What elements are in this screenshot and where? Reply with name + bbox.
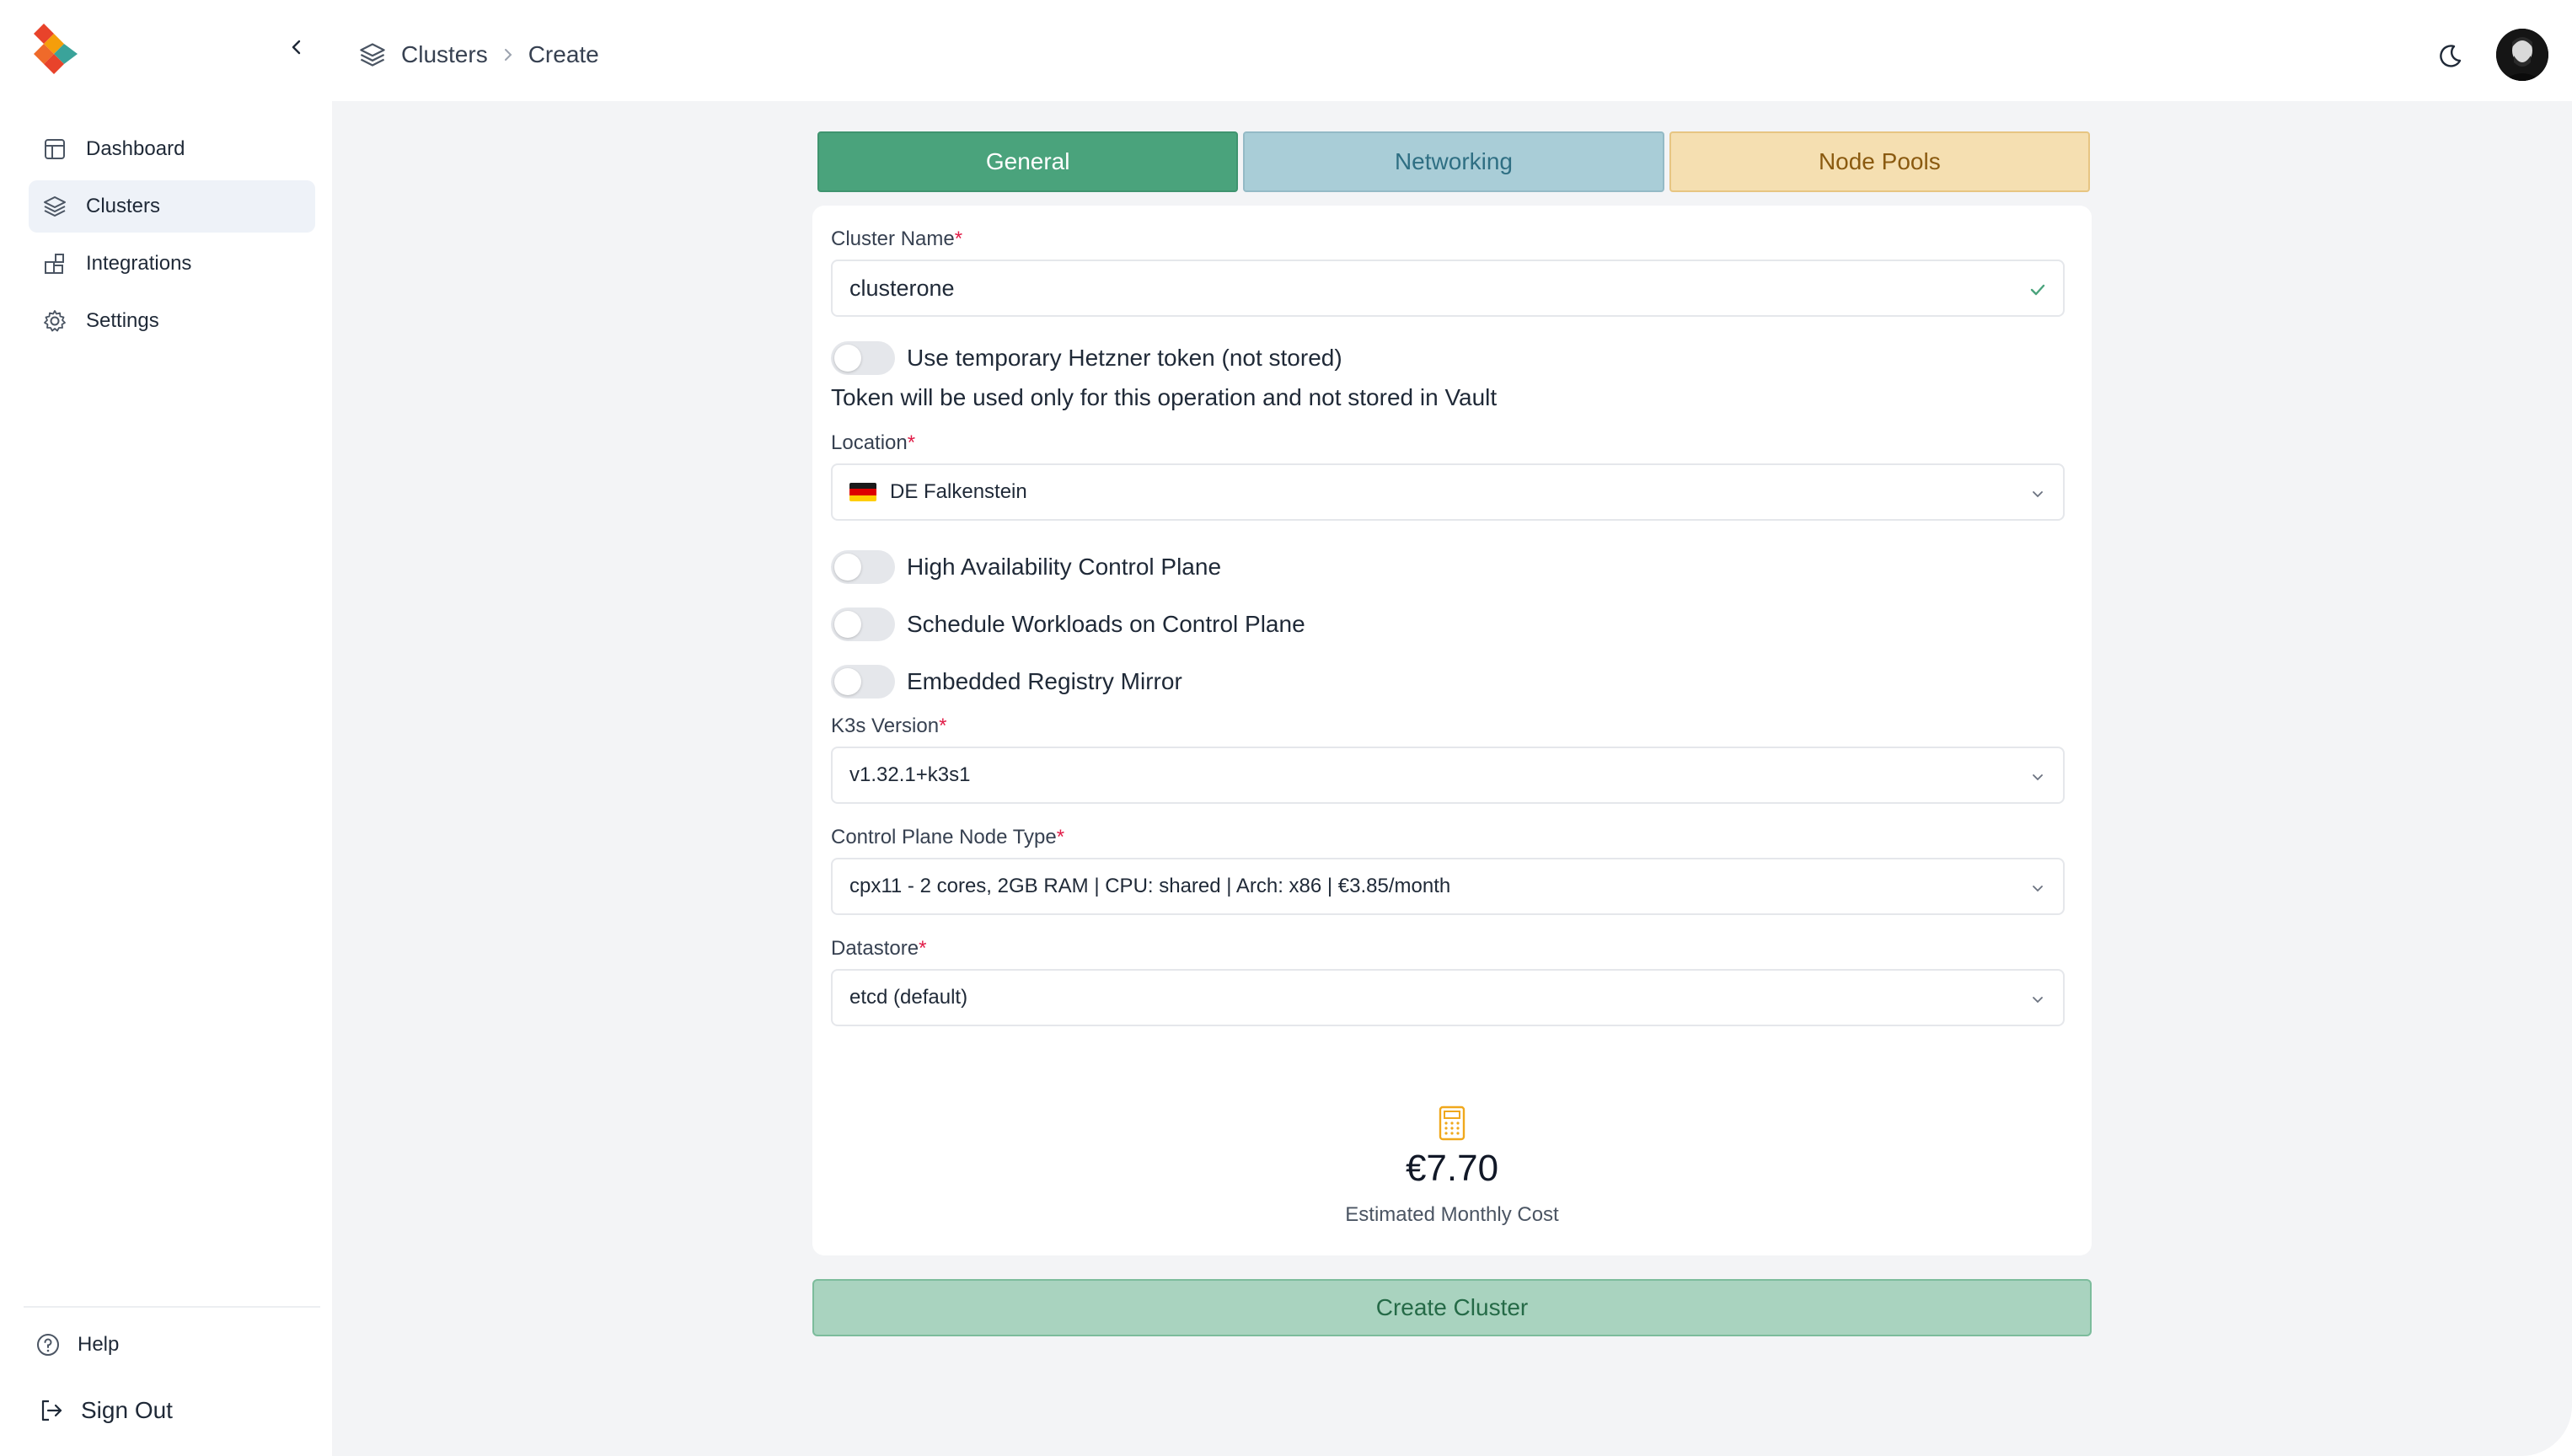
tab-networking[interactable]: Networking xyxy=(1243,131,1664,192)
k3s-version-label: K3s Version* xyxy=(831,715,946,738)
help-circle-icon xyxy=(34,1330,62,1359)
sign-out-button[interactable]: Sign Out xyxy=(37,1390,173,1431)
required-marker: * xyxy=(919,937,927,960)
chevron-down-icon xyxy=(2026,765,2050,789)
location-value: DE Falkenstein xyxy=(890,480,1027,503)
required-marker: * xyxy=(907,431,916,454)
registry-mirror-row: Embedded Registry Mirror xyxy=(831,664,1182,699)
calculator-icon xyxy=(1438,1105,1466,1141)
schedule-workloads-toggle[interactable] xyxy=(831,608,895,641)
main-content: General Networking Node Pools Cluster Na… xyxy=(332,101,2572,1456)
temp-token-label: Use temporary Hetzner token (not stored) xyxy=(907,345,1342,371)
general-form-card: Cluster Name* clusterone Use temporary H… xyxy=(812,206,2092,1153)
control-plane-type-value: cpx11 - 2 cores, 2GB RAM | CPU: shared |… xyxy=(849,875,1451,897)
sidebar: Dashboard Clusters Integrations Settings… xyxy=(0,0,332,1456)
cluster-name-value: clusterone xyxy=(849,275,955,301)
layers-icon xyxy=(356,38,389,72)
sidebar-item-dashboard[interactable]: Dashboard xyxy=(29,123,315,175)
user-avatar[interactable] xyxy=(2496,29,2548,81)
help-link[interactable]: Help xyxy=(34,1325,119,1365)
estimated-cost-label: Estimated Monthly Cost xyxy=(1345,1203,1559,1226)
ha-control-plane-row: High Availability Control Plane xyxy=(831,549,1221,585)
sidebar-item-clusters[interactable]: Clusters xyxy=(29,180,315,233)
sign-out-label: Sign Out xyxy=(81,1397,173,1423)
control-plane-type-label-text: Control Plane Node Type xyxy=(831,826,1057,848)
tab-general[interactable]: General xyxy=(817,131,1239,192)
create-cluster-button[interactable]: Create Cluster xyxy=(812,1279,2092,1336)
integrations-icon xyxy=(40,249,69,278)
chevron-left-icon xyxy=(292,40,301,55)
check-icon xyxy=(2026,278,2050,302)
gear-icon xyxy=(40,307,69,335)
estimated-cost-value: €7.70 xyxy=(1405,1148,1499,1189)
datastore-select[interactable]: etcd (default) xyxy=(831,969,2065,1026)
cluster-name-input[interactable]: clusterone xyxy=(831,260,2065,317)
chevron-down-icon xyxy=(2026,876,2050,900)
sidebar-divider xyxy=(24,1306,320,1308)
location-select[interactable]: DE Falkenstein xyxy=(831,463,2065,521)
sidebar-item-label: Integrations xyxy=(86,252,192,275)
required-marker: * xyxy=(939,715,947,737)
schedule-workloads-row: Schedule Workloads on Control Plane xyxy=(831,607,1305,642)
sidebar-nav: Dashboard Clusters Integrations Settings xyxy=(29,123,315,352)
datastore-label: Datastore* xyxy=(831,937,926,961)
k3s-version-select[interactable]: v1.32.1+k3s1 xyxy=(831,747,2065,804)
chevron-down-icon xyxy=(2026,988,2050,1011)
sign-out-icon xyxy=(37,1396,66,1425)
layers-icon xyxy=(40,192,69,221)
sidebar-item-label: Clusters xyxy=(86,195,161,217)
temp-token-row: Use temporary Hetzner token (not stored) xyxy=(831,340,1342,376)
sidebar-item-integrations[interactable]: Integrations xyxy=(29,238,315,290)
temp-token-hint: Token will be used only for this operati… xyxy=(831,384,1498,410)
ha-control-plane-label: High Availability Control Plane xyxy=(907,554,1222,580)
sidebar-item-settings[interactable]: Settings xyxy=(29,295,315,347)
registry-mirror-toggle[interactable] xyxy=(831,665,895,699)
required-marker: * xyxy=(1056,826,1065,848)
sidebar-collapse-button[interactable] xyxy=(280,30,313,64)
estimated-cost-card: €7.70 Estimated Monthly Cost xyxy=(812,1077,2092,1255)
temp-token-toggle[interactable] xyxy=(831,341,895,375)
top-bar: Clusters Create xyxy=(332,0,2572,101)
location-label: Location* xyxy=(831,431,915,455)
tab-node-pools[interactable]: Node Pools xyxy=(1669,131,2090,192)
required-marker: * xyxy=(954,228,963,250)
dashboard-icon xyxy=(40,135,69,163)
k3s-version-label-text: K3s Version xyxy=(831,715,940,737)
sidebar-item-label: Dashboard xyxy=(86,137,185,160)
datastore-value: etcd (default) xyxy=(849,986,968,1009)
breadcrumb-current: Create xyxy=(528,41,599,67)
cluster-name-label-text: Cluster Name xyxy=(831,228,955,250)
control-plane-type-select[interactable]: cpx11 - 2 cores, 2GB RAM | CPU: shared |… xyxy=(831,858,2065,915)
location-label-text: Location xyxy=(831,431,908,454)
germany-flag-icon xyxy=(849,483,876,501)
theme-toggle-button[interactable] xyxy=(2430,37,2469,76)
datastore-label-text: Datastore xyxy=(831,937,919,960)
cluster-name-label: Cluster Name* xyxy=(831,228,962,251)
breadcrumb-clusters-link[interactable]: Clusters xyxy=(401,41,488,68)
schedule-workloads-label: Schedule Workloads on Control Plane xyxy=(907,611,1305,637)
chevron-down-icon xyxy=(2026,482,2050,506)
wizard-tabs: General Networking Node Pools xyxy=(817,131,2090,192)
ha-control-plane-toggle[interactable] xyxy=(831,550,895,584)
moon-icon xyxy=(2440,45,2462,67)
help-label: Help xyxy=(78,1333,120,1356)
k3s-version-value: v1.32.1+k3s1 xyxy=(849,763,971,786)
sidebar-item-label: Settings xyxy=(86,309,159,332)
control-plane-type-label: Control Plane Node Type* xyxy=(831,826,1064,849)
breadcrumb: Clusters Create xyxy=(356,34,599,76)
app-logo-icon[interactable] xyxy=(30,20,83,79)
chevron-right-icon xyxy=(501,46,515,63)
registry-mirror-label: Embedded Registry Mirror xyxy=(907,668,1182,694)
